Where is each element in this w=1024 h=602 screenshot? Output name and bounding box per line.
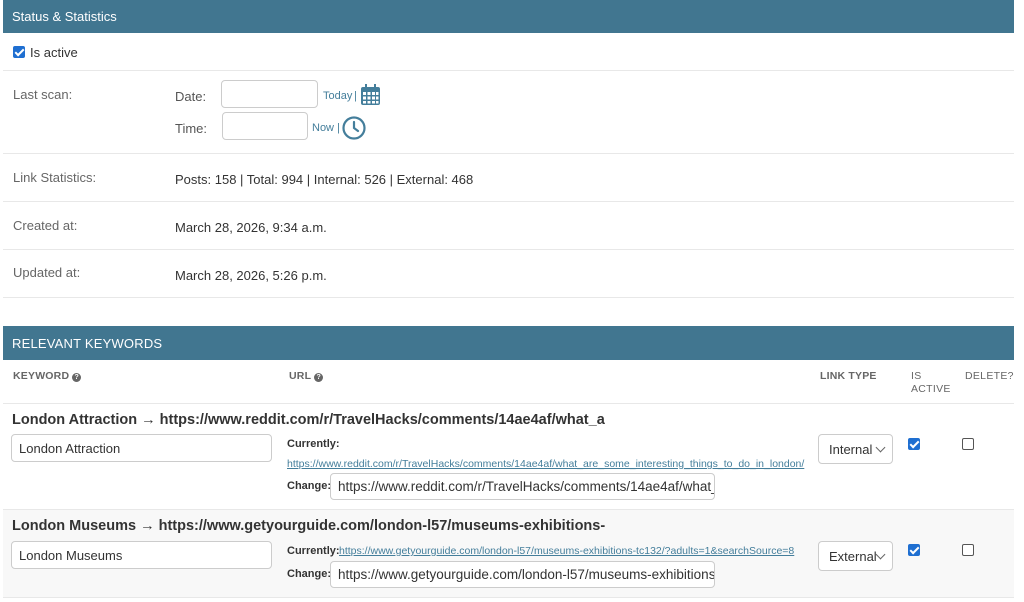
relevant-keywords-title: RELEVANT KEYWORDS: [12, 335, 163, 351]
today-separator: |: [354, 90, 357, 102]
updated-at-row: Updated at: March 28, 2026, 5:26 p.m.: [3, 250, 1014, 298]
date-label: Date:: [175, 89, 207, 104]
chevron-down-icon: [875, 442, 886, 453]
last-scan-label: Last scan:: [13, 87, 73, 102]
updated-at-label: Updated at:: [13, 265, 81, 280]
link-type-select[interactable]: Internal: [818, 434, 893, 464]
currently-label: Currently:: [287, 438, 340, 450]
column-link-type: LINK TYPE: [820, 370, 877, 382]
link-type-select[interactable]: External: [818, 541, 893, 571]
time-label: Time:: [175, 121, 208, 136]
keyword-input[interactable]: London Museums: [11, 541, 272, 569]
current-url-link[interactable]: https://www.getyourguide.com/london-l57/…: [339, 545, 794, 557]
keyword-row: London Attraction → https://www.reddit.c…: [3, 404, 1014, 510]
date-input[interactable]: [221, 80, 318, 108]
column-keyword: KEYWORD?: [13, 370, 82, 382]
delete-checkbox[interactable]: [962, 544, 974, 556]
now-link[interactable]: Now: [312, 122, 334, 134]
delete-checkbox[interactable]: [962, 438, 974, 450]
help-icon: ?: [72, 373, 82, 382]
status-statistics-header[interactable]: Status & Statistics: [3, 0, 1014, 33]
is-active-checkbox[interactable]: [908, 544, 920, 556]
keyword-input[interactable]: London Attraction: [11, 434, 272, 462]
status-header-title: Status & Statistics: [12, 9, 117, 24]
is-active-row: Is active: [3, 33, 1014, 71]
keyword-row-title: London Museums → https://www.getyourguid…: [12, 518, 606, 534]
today-link[interactable]: Today: [323, 90, 352, 102]
updated-at-value: March 28, 2026, 5:26 p.m.: [175, 268, 327, 283]
time-input[interactable]: [222, 112, 308, 140]
is-active-checkbox[interactable]: [908, 438, 920, 450]
change-url-input[interactable]: https://www.getyourguide.com/london-l57/…: [330, 561, 715, 588]
current-url-link[interactable]: https://www.reddit.com/r/TravelHacks/com…: [287, 458, 804, 470]
clock-icon[interactable]: [342, 116, 366, 143]
keywords-table-header: KEYWORD? URL? LINK TYPE IS ACTIVE DELETE?: [3, 360, 1014, 404]
link-statistics-value: Posts: 158 | Total: 994 | Internal: 526 …: [175, 172, 474, 187]
is-active-checkbox[interactable]: [13, 46, 25, 58]
help-icon: ?: [314, 373, 324, 382]
link-statistics-row: Link Statistics: Posts: 158 | Total: 994…: [3, 154, 1014, 202]
currently-label: Currently:: [287, 545, 340, 557]
created-at-row: Created at: March 28, 2026, 9:34 a.m.: [3, 202, 1014, 250]
last-scan-row: Last scan: Date: Today | Time: Now |: [3, 71, 1014, 154]
chevron-down-icon: [875, 549, 886, 560]
link-type-value: Internal: [829, 441, 873, 457]
link-type-value: External: [829, 548, 877, 564]
change-label: Change:: [287, 480, 331, 492]
link-statistics-label: Link Statistics:: [13, 170, 97, 185]
keyword-row: London Museums → https://www.getyourguid…: [3, 510, 1014, 598]
calendar-icon[interactable]: [360, 84, 381, 109]
is-active-label: Is active: [30, 45, 78, 60]
column-is-active: IS ACTIVE: [911, 370, 951, 395]
created-at-value: March 28, 2026, 9:34 a.m.: [175, 220, 327, 235]
now-separator: |: [337, 122, 340, 134]
created-at-label: Created at:: [13, 218, 78, 233]
change-url-input[interactable]: https://www.reddit.com/r/TravelHacks/com…: [330, 473, 715, 500]
change-label: Change:: [287, 568, 331, 580]
column-url: URL?: [289, 370, 324, 382]
relevant-keywords-header: RELEVANT KEYWORDS: [3, 326, 1014, 360]
column-delete: DELETE?: [965, 370, 1014, 382]
keyword-row-title: London Attraction → https://www.reddit.c…: [12, 412, 605, 428]
